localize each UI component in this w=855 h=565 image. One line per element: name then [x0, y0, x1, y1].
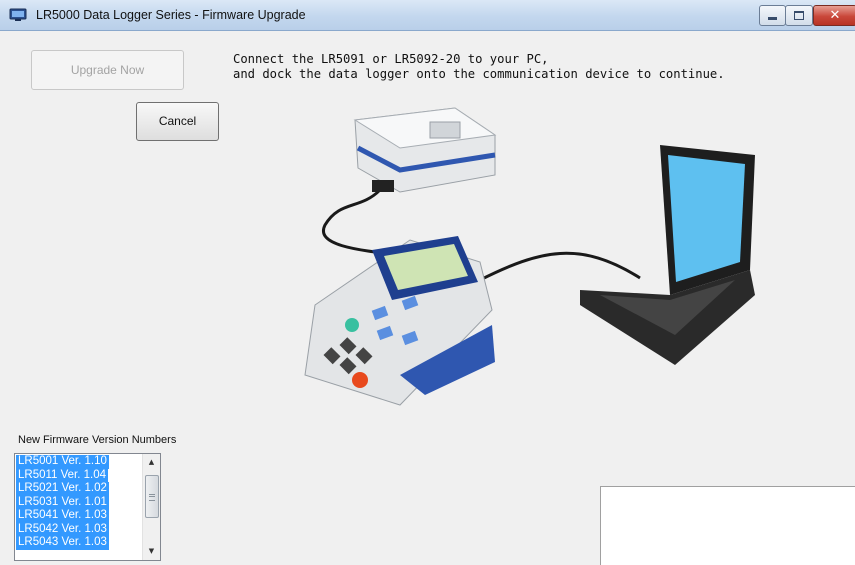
firmware-versions-label: New Firmware Version Numbers — [18, 434, 177, 446]
instruction-text: Connect the LR5091 or LR5092-20 to your … — [233, 52, 725, 82]
list-item[interactable]: LR5041 Ver. 1.03 — [16, 509, 109, 523]
listbox-scrollbar[interactable]: ▲ ▼ — [142, 454, 160, 560]
list-item[interactable]: LR5031 Ver. 1.01 — [16, 495, 109, 509]
firmware-version-list: LR5001 Ver. 1.10 LR5011 Ver. 1.04 LR5021… — [16, 455, 109, 550]
blank-panel — [600, 486, 855, 565]
list-item[interactable]: LR5021 Ver. 1.02 — [16, 482, 109, 496]
monitor-icon — [9, 8, 27, 21]
minimize-icon — [768, 17, 777, 20]
scroll-down-icon[interactable]: ▼ — [143, 543, 160, 560]
close-button[interactable]: ✕ — [813, 5, 855, 26]
grip-icon — [149, 494, 155, 501]
firmware-version-listbox[interactable]: LR5001 Ver. 1.10 LR5011 Ver. 1.04 LR5021… — [14, 453, 161, 561]
upgrade-now-button[interactable]: Upgrade Now — [31, 50, 184, 90]
list-item[interactable]: LR5011 Ver. 1.04 — [16, 468, 109, 482]
instruction-line-1: Connect the LR5091 or LR5092-20 to your … — [233, 52, 549, 66]
list-item[interactable]: LR5042 Ver. 1.03 — [16, 522, 109, 536]
laptop-icon — [580, 145, 755, 365]
window-title: LR5000 Data Logger Series - Firmware Upg… — [36, 8, 306, 22]
close-icon: ✕ — [829, 8, 841, 23]
minimize-button[interactable] — [759, 5, 786, 26]
maximize-icon — [794, 11, 804, 20]
scroll-up-icon[interactable]: ▲ — [143, 454, 160, 471]
scrollbar-thumb[interactable] — [145, 475, 159, 518]
cancel-button[interactable]: Cancel — [136, 102, 219, 141]
maximize-button[interactable] — [785, 5, 813, 26]
title-bar[interactable]: LR5000 Data Logger Series - Firmware Upg… — [0, 0, 855, 31]
instruction-line-2: and dock the data logger onto the commun… — [233, 67, 725, 81]
connection-illustration — [304, 107, 755, 406]
data-logger-icon — [304, 236, 495, 406]
list-item[interactable]: LR5001 Ver. 1.10 — [16, 455, 109, 469]
list-item[interactable]: LR5043 Ver. 1.03 — [16, 536, 109, 550]
communication-adapter-icon — [353, 107, 497, 193]
